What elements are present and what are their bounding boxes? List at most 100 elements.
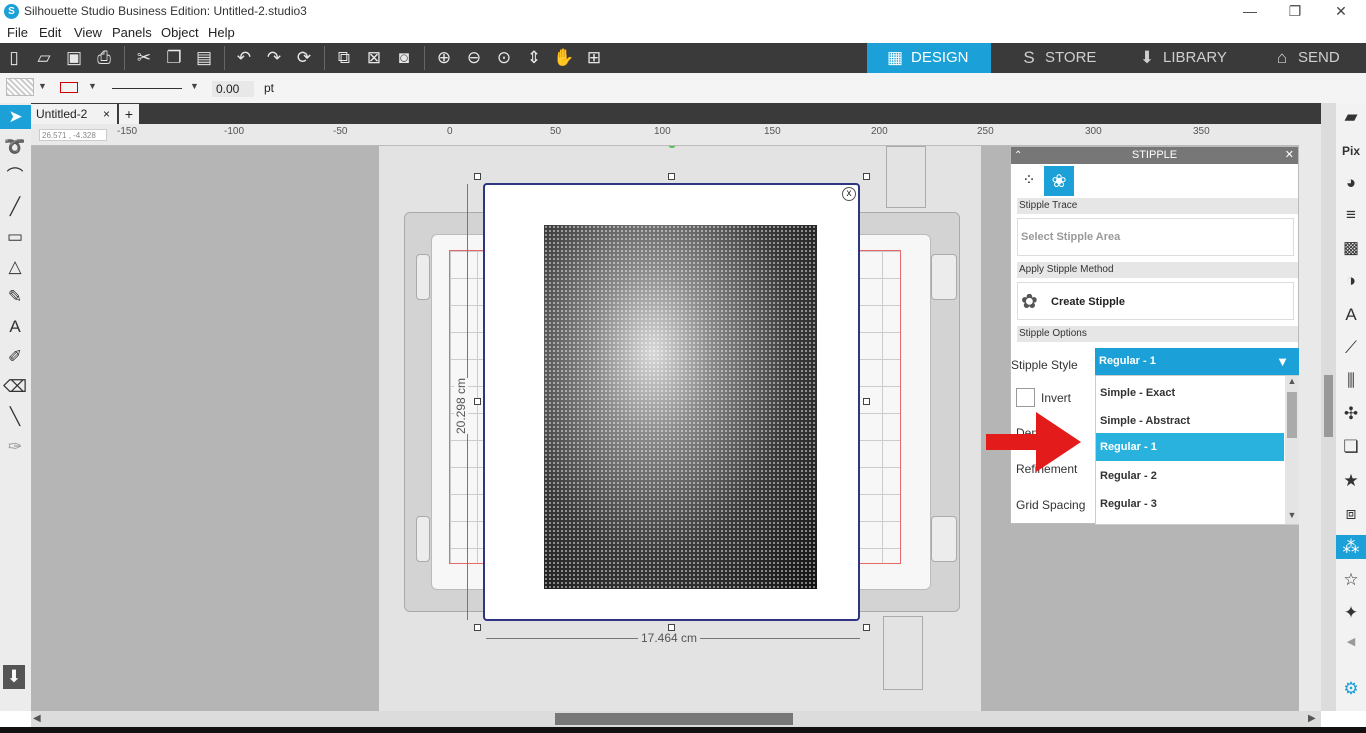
resize-handle[interactable] [863,624,870,631]
line-width-input[interactable]: 0.00 [212,81,254,97]
line-tool-icon[interactable]: ╱ [3,195,27,219]
line-color-swatch[interactable] [60,82,78,93]
polygon-tool-icon[interactable]: △ [3,255,27,279]
knife-tool-icon[interactable]: ╲ [3,405,27,429]
document-tab[interactable]: Untitled-2 × [31,104,117,124]
print-icon[interactable]: ⎙ [93,47,115,69]
option-regular-3[interactable]: Regular - 3 [1096,490,1284,518]
open-folder-icon[interactable]: ▱ [33,47,55,69]
curve-tool-icon[interactable]: ⌒ [3,165,27,189]
chevron-down-icon[interactable]: ▼ [190,81,199,91]
tab-design[interactable]: ▦ DESIGN [867,43,991,73]
select-arrow-icon[interactable]: ➤ [0,105,31,129]
menu-edit[interactable]: Edit [39,25,61,40]
menu-help[interactable]: Help [208,25,235,40]
invert-checkbox[interactable] [1016,388,1035,407]
tab-library[interactable]: ⬇ LIBRARY [1119,43,1245,73]
hand-icon[interactable]: ✋ [553,47,575,69]
text-style-icon[interactable]: A [1339,303,1363,327]
zoom-out-icon[interactable]: ⊖ [463,47,485,69]
fit-to-page-icon[interactable]: ⊞ [583,47,605,69]
edit-text-icon[interactable]: ✐ [3,345,27,369]
contrast-icon[interactable]: ◑ [1339,269,1363,293]
dropdown-scrollbar[interactable]: ▲ ▼ [1285,376,1299,524]
option-regular-1[interactable]: Regular - 1 [1096,433,1284,461]
menu-file[interactable]: File [7,25,28,40]
tab-store[interactable]: S STORE [1001,43,1111,73]
eraser-icon[interactable]: ⌫ [3,375,27,399]
deselect-icon[interactable]: ⊠ [363,47,385,69]
zoom-select-icon[interactable]: ⊙ [493,47,515,69]
collapse-icon[interactable]: ⌃ [1014,147,1022,164]
resize-handle[interactable] [863,173,870,180]
sketch-icon[interactable]: ⟋ [1339,336,1363,360]
align-icon[interactable]: ⫼ [1339,369,1363,393]
puzzle-icon[interactable]: ✦ [1339,601,1363,625]
close-icon[interactable]: x [842,187,856,201]
star-outline-icon[interactable]: ☆ [1339,568,1363,592]
redraw-icon[interactable]: ⟳ [293,47,315,69]
rectangle-tool-icon[interactable]: ▭ [3,225,27,249]
trace-icon[interactable]: ⧈ [1339,502,1363,526]
cut-icon[interactable]: ✂ [133,47,155,69]
eyedropper-icon[interactable]: ✑ [3,435,27,459]
resize-handle[interactable] [668,173,675,180]
save-icon[interactable]: ▣ [63,47,85,69]
create-stipple-button[interactable]: ✿ Create Stipple [1017,282,1294,320]
text-tool-icon[interactable]: A [3,315,27,339]
fill-pattern-icon[interactable]: ▩ [1339,236,1363,260]
pan-drag-icon[interactable]: ⇕ [523,47,545,69]
library-drawer-icon[interactable]: ⬇ [3,665,25,689]
menu-panels[interactable]: Panels [112,25,152,40]
vertical-scrollbar[interactable] [1321,103,1336,711]
resize-handle[interactable] [863,398,870,405]
select-all-icon[interactable]: ⧉ [333,47,355,69]
resize-handle[interactable] [474,624,481,631]
edit-points-icon[interactable]: ➰ [3,135,27,159]
scroll-thumb[interactable] [1287,392,1297,438]
scroll-down-icon[interactable]: ▼ [1285,510,1299,524]
close-button[interactable]: ✕ [1326,2,1356,20]
copy-icon[interactable]: ❐ [163,47,185,69]
scroll-up-icon[interactable]: ▲ [1285,376,1299,390]
chevron-down-icon[interactable]: ▼ [88,81,97,91]
paste-icon[interactable]: ▤ [193,47,215,69]
horizontal-scrollbar[interactable]: ◀ ▶ [31,711,1321,727]
transform-icon[interactable]: ✣ [1339,402,1363,426]
menu-object[interactable]: Object [161,25,199,40]
line-style-preview[interactable] [112,88,182,89]
option-regular-2[interactable]: Regular - 2 [1096,462,1284,490]
menu-view[interactable]: View [74,25,102,40]
new-file-icon[interactable]: ▯ [3,47,25,69]
resize-handle[interactable] [668,624,675,631]
stipple-style-dropdown[interactable]: Regular - 1 ▼ [1095,348,1299,375]
add-tab-button[interactable]: + [119,104,139,124]
line-style-icon[interactable]: ≡ [1339,203,1363,227]
palette-icon[interactable]: ◕ [1339,171,1363,195]
chevron-left-icon[interactable]: ◀ [1339,630,1363,654]
scroll-right-icon[interactable]: ▶ [1308,713,1316,724]
undo-icon[interactable]: ↶ [233,47,255,69]
redo-icon[interactable]: ↷ [263,47,285,69]
close-tab-icon[interactable]: × [103,104,110,124]
select-stipple-area-button[interactable]: Select Stipple Area [1017,218,1294,256]
option-simple-exact[interactable]: Simple - Exact [1096,379,1284,407]
zoom-in-icon[interactable]: ⊕ [433,47,455,69]
stipple-cat-image[interactable] [544,225,817,589]
stipple-dots-icon[interactable]: ⁘ [1015,167,1043,195]
minimize-button[interactable]: — [1235,2,1265,20]
settings-gear-icon[interactable]: ⚙ [1339,677,1363,701]
close-panel-icon[interactable]: ✕ [1285,147,1294,164]
page-setup-icon[interactable]: ▰ [1339,105,1363,129]
select-by-color-icon[interactable]: ◙ [393,47,415,69]
scroll-left-icon[interactable]: ◀ [33,713,41,724]
scroll-thumb[interactable] [1324,375,1333,437]
resize-handle[interactable] [474,173,481,180]
chevron-down-icon[interactable]: ▼ [38,81,47,91]
resize-handle[interactable] [474,398,481,405]
scroll-thumb[interactable] [555,713,793,725]
restore-button[interactable]: ❐ [1280,2,1310,20]
tab-send[interactable]: ⌂ SEND [1254,43,1366,73]
fill-swatch[interactable] [6,78,34,96]
option-simple-abstract[interactable]: Simple - Abstract [1096,407,1284,435]
